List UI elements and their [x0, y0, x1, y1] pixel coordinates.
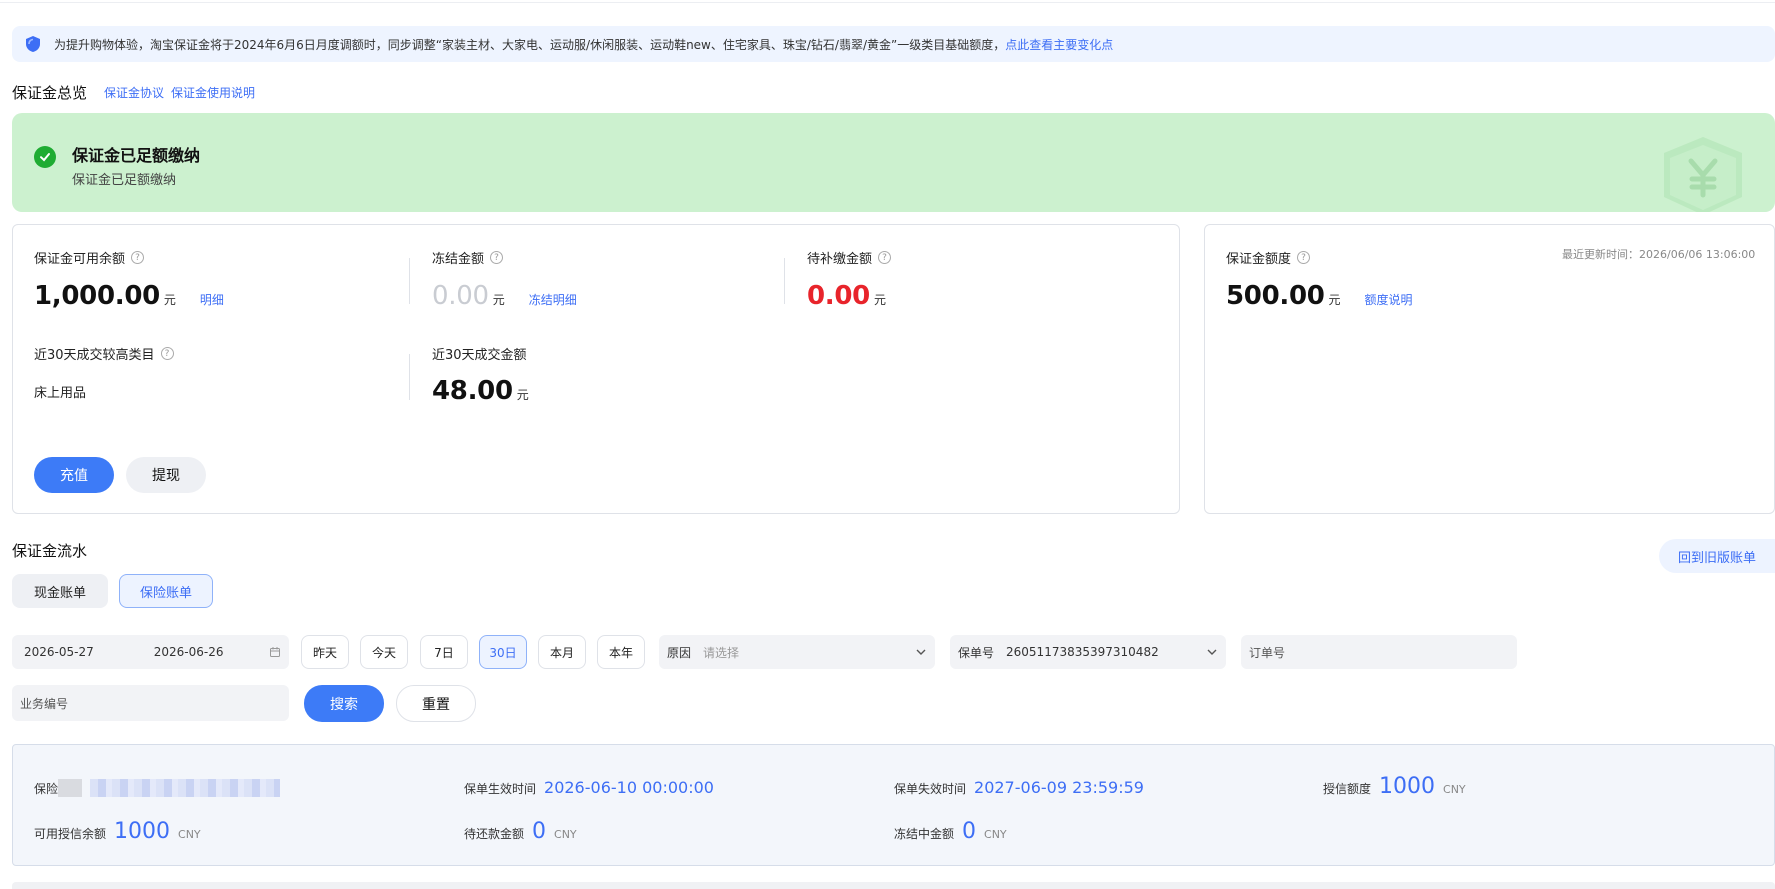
chevron-down-icon — [916, 649, 926, 655]
redacted-block — [90, 779, 281, 797]
pending-amount-value: 0.00 — [807, 281, 870, 311]
date-start: 2026-05-27 — [24, 645, 94, 659]
pending-amount-label: 待补缴金额? — [807, 248, 892, 267]
available-balance-value: 1,000.00 — [34, 281, 160, 311]
policy-number-select[interactable]: 保单号 26051173835397310482 — [950, 635, 1226, 669]
paid-status-subtitle: 保证金已足额缴纳 — [72, 173, 177, 188]
quota-updated-time: 最近更新时间：2026/06/06 13:06:00 — [1562, 248, 1756, 261]
notice-text: 为提升购物体验，淘宝保证金将于2024年6月6日月度调额时，同步调整“家装主材、… — [54, 37, 1006, 52]
recharge-button[interactable]: 充值 — [34, 457, 114, 493]
date-range-picker[interactable]: 2026-05-27 2026-06-26 — [12, 635, 289, 669]
pending-amount: 0.00 元 — [807, 281, 886, 311]
notice-bar: 为提升购物体验，淘宝保证金将于2024年6月6日月度调额时，同步调整“家装主材、… — [12, 26, 1775, 62]
policy-effective-time: 保单生效时间 2026-06-10 00:00:00 — [464, 778, 714, 797]
top-divider — [0, 0, 1775, 3]
reset-button[interactable]: 重置 — [396, 685, 476, 722]
help-icon[interactable]: ? — [490, 251, 504, 264]
frozen-amount-value: 0.00 — [432, 281, 489, 311]
credit-limit: 授信额度 1000 CNY — [1323, 774, 1466, 799]
top-category-value: 床上用品 — [34, 386, 87, 401]
pending-repayment: 待还款金额 0 CNY — [464, 819, 577, 844]
quick-this-month[interactable]: 本月 — [538, 635, 586, 669]
frozen-credit: 冻结中金额 0 CNY — [894, 819, 1007, 844]
frozen-amount: 0.00 元 冻结明细 — [432, 281, 577, 311]
trade-amount: 48.00 元 — [432, 376, 529, 406]
reason-select[interactable]: 原因 请选择 — [659, 635, 935, 669]
help-icon[interactable]: ? — [1297, 251, 1311, 264]
quick-yesterday[interactable]: 昨天 — [301, 635, 349, 669]
old-bill-button[interactable]: 回到旧版账单 — [1659, 539, 1775, 573]
tab-insurance-bill[interactable]: 保险账单 — [119, 574, 213, 608]
quota-label: 保证金额度? — [1226, 248, 1311, 267]
quick-7days[interactable]: 7日 — [420, 635, 468, 669]
available-credit: 可用授信余额 1000 CNY — [34, 819, 201, 844]
flow-title: 保证金流水 — [12, 542, 88, 560]
next-section-edge — [12, 882, 1775, 889]
divider — [784, 258, 785, 304]
notice-link[interactable]: 点此查看主要变化点 — [1005, 36, 1113, 53]
trade-amount-label: 近30天成交金额 — [432, 348, 527, 363]
quota-amount: 500.00 元 额度说明 — [1226, 281, 1413, 311]
deposit-agreement-link[interactable]: 保证金协议 — [104, 84, 164, 101]
policy-number-value: 26051173835397310482 — [1006, 645, 1159, 659]
check-circle-icon — [34, 146, 56, 168]
overview-title: 保证金总览 — [12, 84, 88, 102]
deposit-usage-link[interactable]: 保证金使用说明 — [171, 84, 255, 101]
shield-yuan-icon — [1664, 137, 1742, 212]
available-balance-label: 保证金可用余额? — [34, 248, 145, 267]
redacted-block — [58, 779, 83, 797]
paid-status-banner: 保证金已足额缴纳 保证金已足额缴纳 — [12, 113, 1775, 212]
divider — [409, 258, 410, 304]
order-number-input[interactable]: 订单号 — [1241, 635, 1517, 669]
paid-status-title: 保证金已足额缴纳 — [72, 146, 201, 165]
help-icon[interactable]: ? — [878, 251, 892, 264]
available-balance: 1,000.00 元 明细 — [34, 281, 224, 311]
quota-value: 500.00 — [1226, 281, 1325, 311]
divider — [409, 354, 410, 400]
insurance-company: 保险 — [34, 779, 281, 797]
quick-today[interactable]: 今天 — [360, 635, 408, 669]
help-icon[interactable]: ? — [131, 251, 145, 264]
policy-expire-time: 保单失效时间 2027-06-09 23:59:59 — [894, 778, 1144, 797]
trade-amount-value: 48.00 — [432, 376, 513, 406]
search-button[interactable]: 搜索 — [304, 685, 384, 722]
quota-card — [1204, 224, 1775, 514]
insurance-summary: 保险 保单生效时间 2026-06-10 00:00:00 保单失效时间 202… — [12, 744, 1775, 866]
tab-cash-bill[interactable]: 现金账单 — [12, 574, 108, 608]
frozen-detail-link[interactable]: 冻结明细 — [529, 291, 577, 308]
frozen-amount-label: 冻结金额? — [432, 248, 504, 267]
top-category-label: 近30天成交较高类目? — [34, 344, 174, 363]
quick-this-year[interactable]: 本年 — [597, 635, 645, 669]
withdraw-button[interactable]: 提现 — [126, 457, 206, 493]
help-icon[interactable]: ? — [160, 347, 174, 360]
chevron-down-icon — [1207, 649, 1217, 655]
balance-detail-link[interactable]: 明细 — [200, 291, 224, 308]
calendar-icon — [270, 647, 280, 657]
business-number-input[interactable]: 业务编号 — [12, 685, 289, 721]
quota-explain-link[interactable]: 额度说明 — [1365, 291, 1413, 308]
date-end: 2026-06-26 — [153, 645, 224, 659]
quick-30days[interactable]: 30日 — [479, 635, 527, 669]
notice-shield-icon — [26, 36, 40, 52]
